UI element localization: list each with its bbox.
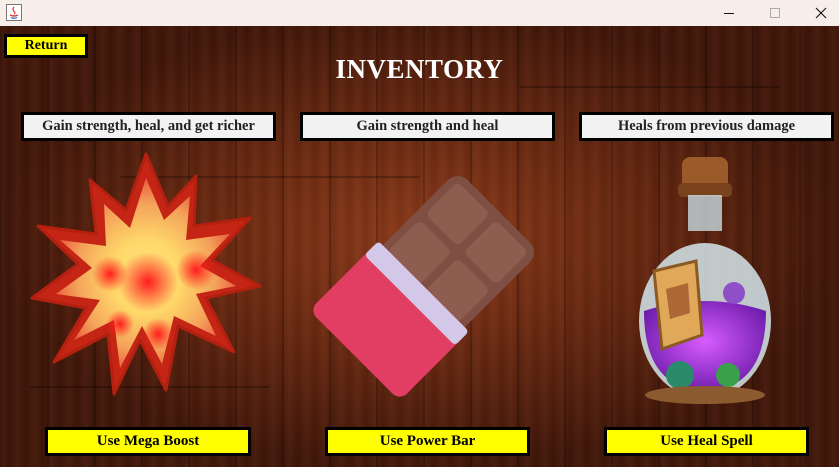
- close-icon: [815, 7, 827, 19]
- maximize-icon: [770, 8, 780, 18]
- heal-spell-description: Heals from previous damage: [579, 112, 834, 141]
- mega-boost-description: Gain strength, heal, and get richer: [21, 112, 276, 141]
- mega-boost-icon: [30, 152, 262, 396]
- use-power-bar-button[interactable]: Use Power Bar: [325, 427, 530, 456]
- maximize-button[interactable]: [752, 0, 798, 26]
- minimize-button[interactable]: [706, 0, 752, 26]
- wood-grain-line: [520, 86, 780, 88]
- chocolate-bar-icon: [313, 176, 534, 397]
- use-mega-boost-button[interactable]: Use Mega Boost: [45, 427, 251, 456]
- page-title: INVENTORY: [335, 54, 504, 84]
- power-bar-description: Gain strength and heal: [300, 112, 555, 141]
- inventory-panel: Return INVENTORY Gain strength, heal, an…: [0, 26, 839, 467]
- app-window: Return INVENTORY Gain strength, heal, an…: [0, 0, 839, 467]
- title-bar: [0, 0, 839, 26]
- close-button[interactable]: [798, 0, 839, 26]
- java-app-icon: [6, 4, 22, 21]
- use-heal-spell-button[interactable]: Use Heal Spell: [604, 427, 809, 456]
- minimize-icon: [724, 13, 734, 14]
- potion-bottle-icon: [639, 157, 771, 404]
